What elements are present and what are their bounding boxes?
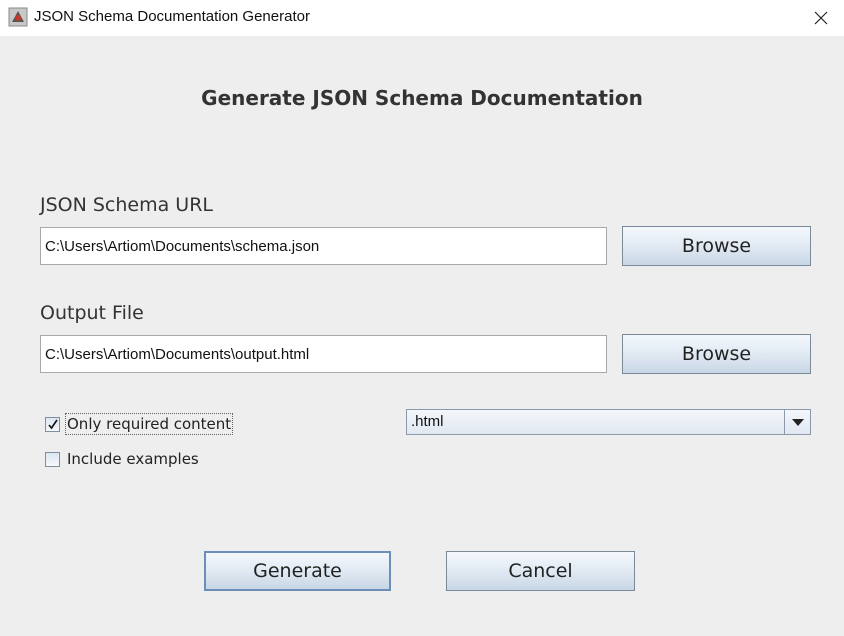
browse-schema-button[interactable]: Browse	[622, 226, 811, 266]
checkbox-box[interactable]	[45, 416, 60, 432]
generate-button[interactable]: Generate	[204, 551, 391, 591]
title-bar: JSON Schema Documentation Generator	[0, 0, 844, 36]
cancel-button[interactable]: Cancel	[446, 551, 635, 591]
format-select-value: .html	[411, 413, 444, 430]
include-examples-label: Include examples	[67, 450, 199, 468]
check-mark-icon	[48, 419, 58, 429]
close-icon	[814, 11, 828, 25]
dropdown-button[interactable]	[784, 410, 810, 434]
only-required-checkbox[interactable]: Only required content	[45, 413, 234, 435]
java-app-icon	[8, 7, 28, 27]
window-title: JSON Schema Documentation Generator	[34, 8, 310, 25]
schema-url-input[interactable]	[40, 227, 607, 265]
chevron-down-icon	[791, 418, 804, 426]
checkbox-box[interactable]	[45, 451, 60, 467]
schema-url-label: JSON Schema URL	[40, 194, 213, 216]
output-file-input[interactable]	[40, 335, 607, 373]
format-select[interactable]: .html	[406, 409, 811, 435]
include-examples-checkbox[interactable]: Include examples	[45, 449, 200, 469]
output-file-label: Output File	[40, 302, 144, 324]
page-title: Generate JSON Schema Documentation	[201, 86, 643, 110]
close-button[interactable]	[798, 0, 844, 36]
dialog-content: Generate JSON Schema Documentation JSON …	[0, 36, 844, 636]
only-required-label: Only required content	[64, 413, 234, 435]
browse-output-button[interactable]: Browse	[622, 334, 811, 374]
